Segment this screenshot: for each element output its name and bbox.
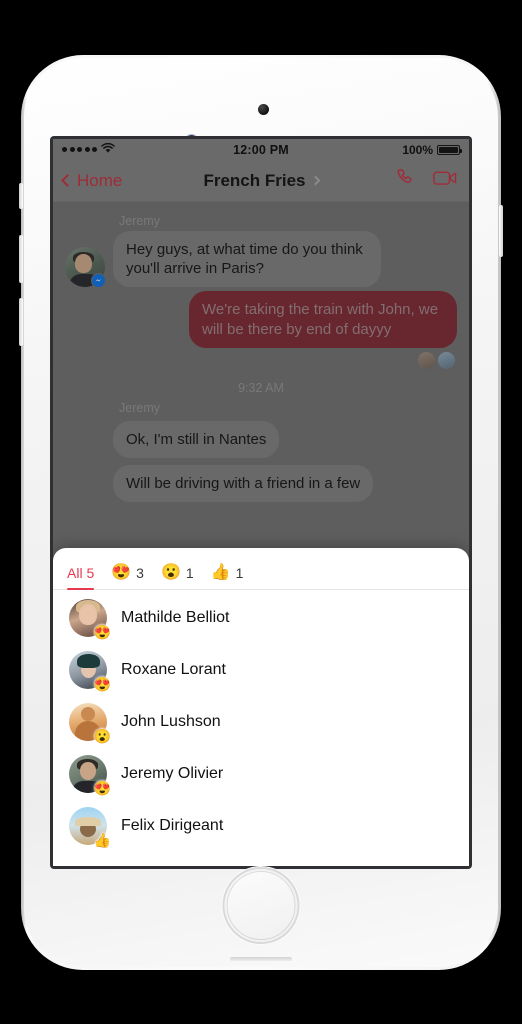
reactor-list[interactable]: 😍 Mathilde Belliot 😍 Roxane Lorant 😮 Joh…	[53, 590, 469, 866]
tab-all[interactable]: All 5	[67, 565, 95, 590]
phone-device: 12:00 PM 100% Home French Fries Jeremy H…	[19, 55, 503, 970]
status-bar-right: 100%	[289, 142, 463, 157]
cellular-signal-icon	[62, 147, 97, 152]
volume-up-button[interactable]	[19, 235, 23, 283]
read-receipt-avatar	[438, 351, 455, 369]
heart-eyes-emoji-icon: 😍	[111, 564, 132, 581]
power-button[interactable]	[499, 205, 503, 257]
reactor-name: Mathilde Belliot	[121, 609, 230, 626]
message-sender-name: Jeremy	[119, 214, 160, 228]
reaction-emoji-icon: 😍	[93, 676, 111, 692]
list-item[interactable]: 😍 Mathilde Belliot	[53, 592, 469, 644]
thumbs-up-emoji-icon: 👍	[210, 564, 231, 581]
tab-heart-eyes[interactable]: 😍 3	[111, 565, 144, 589]
tab-wow-count: 1	[185, 565, 194, 581]
reaction-emoji-icon: 😍	[93, 780, 111, 796]
avatar[interactable]	[65, 247, 106, 289]
phone-screen: 12:00 PM 100% Home French Fries Jeremy H…	[53, 139, 469, 866]
battery-percent-label: 100%	[402, 142, 434, 157]
read-receipt-avatar	[418, 351, 435, 369]
read-receipts	[65, 351, 455, 369]
message-row-incoming: Will be driving with a friend in a few	[65, 462, 457, 502]
reaction-emoji-icon: 👍	[93, 832, 111, 848]
message-row-outgoing: We're taking the train with John, we wil…	[65, 291, 457, 348]
bottom-speaker-icon	[230, 957, 292, 961]
back-button-label: Home	[77, 170, 123, 190]
tab-heart-eyes-count: 3	[136, 565, 144, 581]
reactions-tab-bar: All 5 😍 3 😮 1 👍 1	[53, 548, 469, 590]
avatar: 😍	[69, 755, 111, 795]
wow-emoji-icon: 😮	[160, 564, 181, 581]
list-item[interactable]: 😍 Roxane Lorant	[53, 644, 469, 696]
status-bar-left	[62, 142, 233, 157]
avatar: 😮	[69, 703, 111, 743]
message-bubble[interactable]: Hey guys, at what time do you think you'…	[113, 231, 381, 288]
list-item[interactable]: 😍 Jeremy Olivier	[53, 748, 469, 800]
avatar: 😍	[69, 651, 111, 691]
tab-thumbs-up-count: 1	[235, 565, 244, 581]
mute-switch-button[interactable]	[19, 183, 23, 209]
front-camera-icon	[258, 104, 269, 115]
reaction-emoji-icon: 😍	[93, 624, 111, 640]
tab-thumbs-up[interactable]: 👍 1	[211, 565, 244, 589]
reactor-name: Roxane Lorant	[121, 661, 226, 678]
back-button[interactable]: Home	[61, 170, 123, 191]
volume-down-button[interactable]	[19, 298, 23, 346]
message-sender-name: Jeremy	[119, 400, 160, 415]
status-bar-time: 12:00 PM	[233, 142, 289, 157]
avatar: 😍	[69, 599, 111, 639]
list-item[interactable]: 😮 John Lushson	[53, 696, 469, 748]
wifi-icon	[101, 142, 115, 157]
message-row-incoming: Hey guys, at what time do you think you'…	[65, 231, 457, 289]
reactions-sheet: All 5 😍 3 😮 1 👍 1 😍 Mathilde Belliot 😍 R…	[53, 548, 469, 866]
battery-icon	[437, 144, 463, 155]
reactor-name: Jeremy Olivier	[121, 765, 224, 782]
navigation-bar: Home French Fries	[53, 160, 469, 202]
message-bubble[interactable]: Ok, I'm still in Nantes	[113, 420, 280, 458]
avatar: 👍	[69, 807, 111, 847]
list-item[interactable]: 👍 Felix Dirigeant	[53, 800, 469, 852]
status-bar: 12:00 PM 100%	[53, 139, 469, 160]
reactor-name: John Lushson	[121, 713, 221, 730]
tab-wow[interactable]: 😮 1	[161, 565, 194, 589]
conversation-timestamp: 9:32 AM	[238, 380, 284, 395]
video-camera-icon[interactable]	[433, 168, 459, 193]
chevron-right-icon[interactable]	[310, 175, 320, 186]
reaction-emoji-icon: 😮	[93, 728, 111, 744]
message-row-incoming: Ok, I'm still in Nantes	[65, 418, 457, 458]
message-bubble[interactable]: We're taking the train with John, we wil…	[189, 291, 457, 348]
chevron-left-icon	[61, 174, 74, 187]
screen-bezel: 12:00 PM 100% Home French Fries Jeremy H…	[50, 136, 472, 869]
nav-actions	[395, 167, 459, 194]
messenger-badge-icon	[91, 273, 106, 289]
reactor-name: Felix Dirigeant	[121, 817, 224, 834]
phone-icon[interactable]	[395, 167, 417, 194]
message-bubble[interactable]: Will be driving with a friend in a few	[113, 464, 374, 502]
page-title[interactable]: French Fries	[203, 171, 305, 191]
tab-all-label: All 5	[67, 565, 95, 581]
home-button[interactable]	[224, 869, 298, 942]
